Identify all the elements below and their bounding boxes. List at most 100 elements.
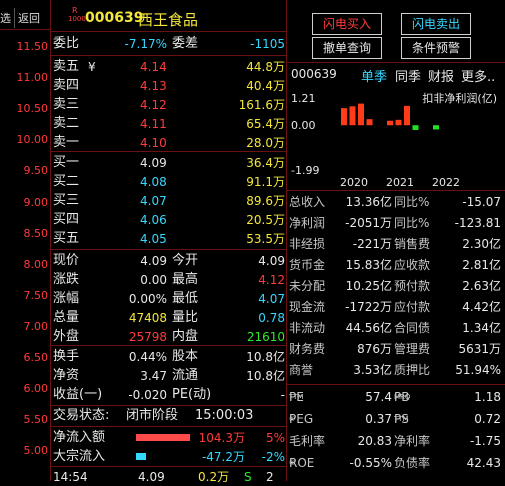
cancel-query-button[interactable]: 撤单查询	[312, 37, 382, 59]
level-price: 4.08	[140, 175, 167, 189]
quote-value: 0.78	[258, 311, 285, 325]
chart-legend: 扣非净利润(亿)	[422, 91, 497, 105]
fin-row: 总收入 13.36亿 同比% -15.07	[288, 193, 505, 211]
fin-value: 2.63亿	[462, 279, 501, 293]
level-label: 卖五	[53, 59, 80, 74]
valuation-label: PB MRQ	[394, 388, 410, 409]
fin-value: 13.36亿	[345, 195, 392, 209]
buy-level-row[interactable]: 买四 4.06 20.5万	[52, 211, 285, 229]
stats-label: 收益(一)	[53, 387, 103, 402]
x-tick-label: 2021	[386, 176, 414, 189]
quote-value: 0.00	[140, 273, 167, 287]
fin-label: 商誉	[289, 363, 314, 377]
fin-label: 未分配	[289, 279, 326, 293]
sell-level-row[interactable]: 卖四 4.13 40.4万	[52, 77, 285, 95]
flow-percent: 5%	[265, 431, 285, 445]
stats-label: 股本	[172, 349, 199, 364]
tick-price: 4.09	[138, 470, 165, 484]
level-price: 4.14	[140, 60, 167, 74]
axis-price-label: 11.50	[16, 40, 49, 53]
fin-label: 应付款	[394, 300, 431, 314]
sell-level-row[interactable]: 卖一 4.10 28.0万	[52, 134, 285, 152]
profit-bar	[433, 125, 439, 130]
profit-bar	[341, 108, 347, 126]
level-label: 买三	[53, 193, 80, 208]
axis-price-label: 8.50	[23, 226, 49, 240]
stock-code: 000639	[85, 10, 144, 26]
quote-value: 25798	[128, 330, 167, 344]
quote-label: 总量	[53, 310, 80, 325]
flash-sell-button[interactable]: 闪电卖出	[401, 13, 471, 35]
fin-label: 总收入	[289, 195, 326, 209]
stats-label: 流通	[172, 368, 199, 383]
valuation-value: -0.55%	[349, 456, 392, 470]
axis-price-label: 10.50	[16, 102, 49, 116]
quote-label: 涨跌	[53, 272, 80, 287]
fin-stock-code: 000639	[291, 67, 337, 81]
back-button[interactable]: 返回	[18, 10, 40, 26]
fin-row: 现金流 -1722万 应付款 4.42亿	[288, 298, 505, 316]
quote-label: 最高	[172, 272, 199, 287]
buy-level-row[interactable]: 买三 4.07 89.6万	[52, 192, 285, 210]
fin-label: 现金流	[289, 300, 326, 314]
valuation-value: 1.18	[474, 390, 501, 404]
level-label: 卖三	[53, 97, 80, 112]
stats-row: 收益(一) -0.020 PE(动) -	[52, 386, 285, 404]
quote-value: 0.00%	[128, 292, 167, 306]
tab-more[interactable]: 更多..	[461, 66, 495, 85]
axis-price-label: 5.00	[23, 444, 49, 458]
tab-financial-report[interactable]: 财报	[428, 66, 454, 85]
level-volume: 161.6万	[238, 98, 285, 112]
fin-row: 非流动 44.56亿 合同债 1.34亿	[288, 319, 505, 337]
sell-level-row[interactable]: 卖五 ¥4.14 44.8万	[52, 58, 285, 76]
quote-label: 量比	[172, 310, 199, 325]
flow-row: 净流入额 104.3万 5%	[52, 429, 285, 447]
fin-value: 44.56亿	[345, 321, 392, 335]
level-price: 4.13	[140, 79, 167, 93]
fin-value: 10.25亿	[345, 279, 392, 293]
flow-value: 104.3万	[198, 431, 245, 445]
sell-level-row[interactable]: 卖二 4.11 65.4万	[52, 115, 285, 133]
trade-status-row: 交易状态: 闭市阶段 15:00:03	[52, 407, 285, 425]
quote-row: 外盘 25798 内盘 21610	[52, 328, 285, 346]
fin-value: 5631万	[458, 342, 501, 356]
tab-same-quarter[interactable]: 同季	[395, 66, 421, 85]
profit-bar	[395, 119, 402, 126]
axis-price-label: 7.50	[23, 288, 49, 302]
quote-label: 最低	[172, 291, 199, 306]
valuation-label-text: 毛利率	[289, 434, 326, 448]
fin-value: 2.30亿	[462, 237, 501, 251]
fin-value: 876万	[357, 342, 392, 356]
trade-status-label: 交易状态:	[53, 408, 110, 423]
tab-single-quarter[interactable]: 单季	[361, 66, 387, 85]
condition-alert-button[interactable]: 条件预警	[401, 37, 471, 59]
stats-value: -0.020	[128, 388, 167, 402]
fin-row: 财务费 876万 管理费 5631万	[288, 340, 505, 358]
buy-level-row[interactable]: 买一 4.09 36.4万	[52, 154, 285, 172]
valuation-label: PS TTM	[394, 410, 409, 431]
quote-row: 涨幅 0.00% 最低 4.07	[52, 290, 285, 308]
buy-level-row[interactable]: 买五 4.05 53.5万	[52, 230, 285, 248]
quote-label: 内盘	[172, 329, 199, 344]
level-volume: 36.4万	[246, 156, 285, 170]
axis-price-label: 10.00	[16, 133, 49, 147]
flow-bar	[136, 434, 191, 441]
fin-row: 货币金 15.83亿 应收款 2.81亿	[288, 256, 505, 274]
valuation-label-text: ROE	[289, 456, 315, 470]
axis-price-label: 9.00	[23, 195, 49, 209]
select-label[interactable]: 选	[0, 10, 11, 26]
flow-label: 净流入额	[53, 430, 106, 445]
stats-value: 10.8亿	[246, 350, 285, 364]
fin-value: 51.94%	[455, 363, 501, 377]
level-volume: 28.0万	[246, 136, 285, 150]
buy-level-row[interactable]: 买二 4.08 91.1万	[52, 173, 285, 191]
fin-label: 财务费	[289, 342, 326, 356]
fin-row: 未分配 10.25亿 预付款 2.63亿	[288, 277, 505, 295]
rzrq-badge-bottom: 1000	[68, 15, 86, 23]
stock-name: 西王食品	[138, 11, 199, 29]
sell-level-row[interactable]: 卖三 4.12 161.6万	[52, 96, 285, 114]
trade-status-value: 闭市阶段	[126, 408, 179, 423]
stock-header: R 1000 000639 西王食品	[52, 6, 284, 30]
flash-buy-button[interactable]: 闪电买入	[312, 13, 382, 35]
fin-value: -15.07	[462, 195, 501, 209]
